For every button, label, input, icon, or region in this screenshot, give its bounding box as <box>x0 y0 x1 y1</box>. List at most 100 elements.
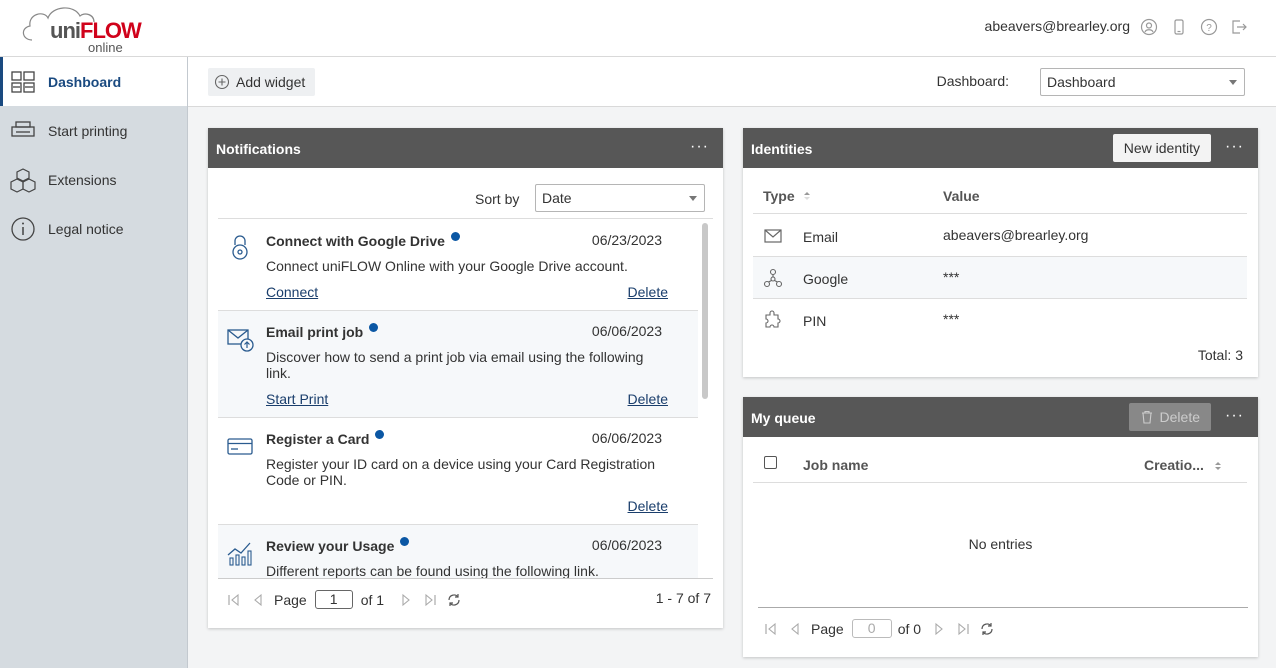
sidebar-item-label: Extensions <box>48 171 117 188</box>
notifications-widget: Notifications ··· Sort by Date Connect w… <box>208 128 723 628</box>
scrollbar-thumb[interactable] <box>702 223 708 399</box>
unread-dot <box>450 232 460 241</box>
add-widget-button[interactable]: Add widget <box>208 68 316 96</box>
delete-button-label: Delete <box>1159 409 1200 425</box>
help-icon[interactable]: ? <box>1200 18 1218 36</box>
select-all-checkbox[interactable] <box>764 456 777 469</box>
my-queue-widget: My queue Delete ··· Job name Creatio... … <box>743 397 1258 657</box>
chevron-down-icon <box>1229 80 1237 85</box>
notifications-header: Notifications ··· <box>208 128 723 168</box>
last-page-icon[interactable] <box>422 592 438 608</box>
notification-date: 06/06/2023 <box>591 537 662 553</box>
dashboard-select[interactable]: Dashboard <box>1040 68 1245 96</box>
previous-page-icon[interactable] <box>787 621 803 637</box>
notification-item: Register a Card 06/06/2023 Register your… <box>218 418 698 525</box>
cubes-icon <box>10 167 36 193</box>
add-widget-label: Add widget <box>236 74 306 90</box>
identity-type: PIN <box>803 313 827 329</box>
more-options-icon[interactable]: ··· <box>1225 138 1244 156</box>
notification-title: Email print job <box>266 324 364 340</box>
user-email[interactable]: abeavers@brearley.org <box>985 18 1130 34</box>
column-header-value[interactable]: Value <box>943 188 980 204</box>
identity-value: *** <box>943 269 960 285</box>
chart-icon <box>226 539 254 567</box>
refresh-icon[interactable] <box>979 621 995 637</box>
info-icon <box>10 216 36 242</box>
sidebar-item-extensions[interactable]: Extensions <box>0 155 187 204</box>
page-label: Page <box>274 591 307 608</box>
page-number-input[interactable]: 1 <box>314 590 353 609</box>
first-page-icon[interactable] <box>763 621 779 637</box>
identity-row[interactable]: Email abeavers@brearley.org <box>753 215 1247 257</box>
notification-title: Review your Usage <box>266 538 395 554</box>
identity-row[interactable]: PIN *** <box>753 299 1247 341</box>
sort-select[interactable]: Date <box>535 184 705 212</box>
sidebar-item-dashboard[interactable]: Dashboard <box>0 57 187 106</box>
notification-text: Register your ID card on a device using … <box>266 456 656 488</box>
previous-page-icon[interactable] <box>250 592 266 608</box>
logo-uni-text: uni <box>50 18 81 43</box>
mobile-icon[interactable] <box>1170 18 1188 36</box>
sort-icon <box>1214 460 1222 472</box>
more-options-icon[interactable]: ··· <box>690 138 709 156</box>
notification-item: Connect with Google Drive 06/23/2023 Con… <box>218 219 698 311</box>
printer-icon <box>10 118 36 144</box>
column-header-job-name[interactable]: Job name <box>803 457 868 473</box>
sidebar-item-legal-notice[interactable]: Legal notice <box>0 204 187 253</box>
notification-item: Email print job 06/06/2023 Discover how … <box>218 311 698 418</box>
notification-date: 06/06/2023 <box>591 430 662 446</box>
delete-link[interactable]: Delete <box>628 498 668 514</box>
column-header-type[interactable]: Type <box>763 188 811 204</box>
identity-value: abeavers@brearley.org <box>943 227 1089 243</box>
next-page-icon[interactable] <box>931 621 947 637</box>
notifications-pager: Page 1 of 1 1 - 7 of 7 <box>226 590 711 609</box>
page-of-label: of 1 <box>360 591 385 608</box>
my-queue-title: My queue <box>751 410 816 426</box>
identity-type: Email <box>803 229 839 245</box>
first-page-icon[interactable] <box>226 592 242 608</box>
logout-icon[interactable] <box>1230 18 1248 36</box>
identity-type: Google <box>803 271 849 287</box>
more-options-icon[interactable]: ··· <box>1225 407 1244 425</box>
page-label: Page <box>811 620 844 637</box>
new-identity-button[interactable]: New identity <box>1112 134 1211 162</box>
pin-puzzle-icon <box>763 310 783 330</box>
card-icon <box>226 432 254 460</box>
notification-item: Review your Usage 06/06/2023 Different r… <box>218 525 698 578</box>
queue-pager: Page 0 of 0 <box>763 619 995 638</box>
sidebar-item-label: Dashboard <box>48 73 122 90</box>
identity-row[interactable]: Google *** <box>753 257 1247 299</box>
my-queue-header: My queue Delete ··· <box>743 397 1258 437</box>
start-print-link[interactable]: Start Print <box>266 391 328 407</box>
app-header: uniFLOW online abeavers@brearley.org ? <box>0 0 1276 57</box>
delete-link[interactable]: Delete <box>628 391 668 407</box>
envelope-icon <box>763 226 783 246</box>
delete-button[interactable]: Delete <box>1128 403 1211 431</box>
identities-total: Total: 3 <box>1197 347 1243 363</box>
dashboard-select-label: Dashboard: <box>936 73 1009 89</box>
connect-link[interactable]: Connect <box>266 284 318 300</box>
unread-dot <box>369 323 379 332</box>
page-number-input[interactable]: 0 <box>851 619 892 638</box>
uniflow-logo[interactable]: uniFLOW online <box>18 2 142 55</box>
items-range: 1 - 7 of 7 <box>655 590 711 606</box>
sort-icon <box>803 190 811 202</box>
dashboard-icon <box>10 69 36 95</box>
next-page-icon[interactable] <box>398 592 414 608</box>
plus-circle-icon <box>214 74 230 90</box>
page-of-label: of 0 <box>897 620 922 637</box>
identities-title: Identities <box>751 141 813 157</box>
notification-title: Register a Card <box>266 431 370 447</box>
trash-icon <box>1140 410 1154 424</box>
unread-dot <box>400 537 410 546</box>
user-icon[interactable] <box>1140 18 1158 36</box>
sidebar-item-start-printing[interactable]: Start printing <box>0 106 187 155</box>
column-header-creation[interactable]: Creatio... <box>1144 457 1222 473</box>
empty-message: No entries <box>968 536 1033 552</box>
sidebar-item-label: Start printing <box>48 122 128 139</box>
delete-link[interactable]: Delete <box>628 284 668 300</box>
notification-list: Connect with Google Drive 06/23/2023 Con… <box>218 218 713 578</box>
divider <box>218 578 713 579</box>
refresh-icon[interactable] <box>446 592 462 608</box>
last-page-icon[interactable] <box>955 621 971 637</box>
